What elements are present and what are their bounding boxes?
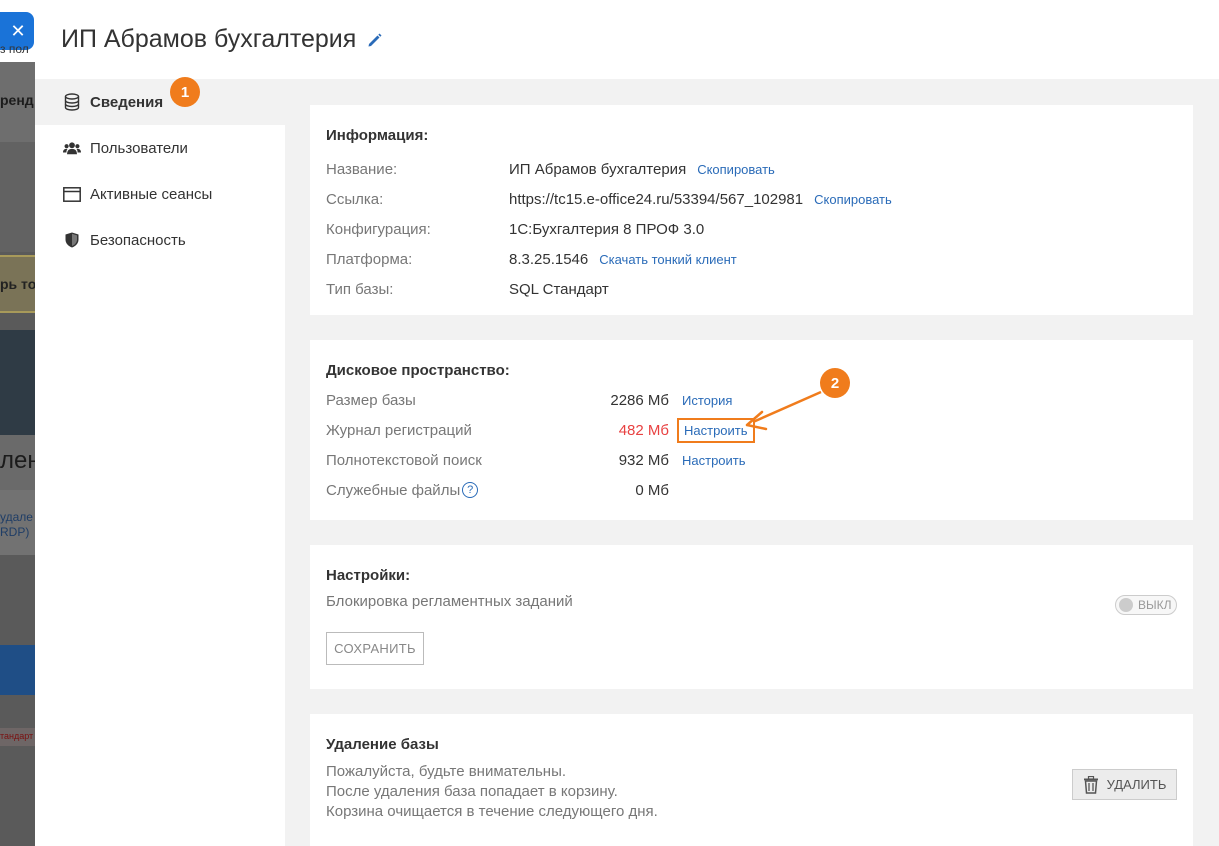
configure-journal-link[interactable]: Настроить	[677, 417, 755, 443]
info-row-url: Ссылка: https://tc15.e-office24.ru/53394…	[326, 184, 1177, 214]
trash-icon	[1083, 775, 1098, 794]
pencil-icon[interactable]	[366, 31, 384, 49]
bg-fragment: лен	[0, 447, 35, 474]
info-label: Название:	[326, 160, 398, 178]
sidebar-item-label: Сведения	[90, 93, 164, 111]
sidebar-item-sessions[interactable]: Активные сеансы	[35, 171, 285, 217]
info-row-name: Название: ИП Абрамов бухгалтерия Скопиро…	[326, 154, 1177, 184]
delete-warning-line: Пожалуйста, будьте внимательны.	[326, 763, 567, 780]
delete-warning-line: Корзина очищается в течение следующего д…	[326, 803, 658, 820]
disk-row-size: Размер базы 2286 Мб История	[326, 385, 1177, 415]
save-button[interactable]: СОХРАНИТЬ	[326, 632, 424, 665]
info-row-platform: Платформа: 8.3.25.1546 Скачать тонкий кл…	[326, 244, 1177, 274]
info-label: Конфигурация:	[326, 220, 431, 238]
disk-value: 0 Мб	[635, 481, 669, 499]
disk-value: 932 Мб	[618, 451, 669, 469]
info-row-type: Тип базы: SQL Стандарт	[326, 274, 1177, 304]
copy-name-link[interactable]: Скопировать	[697, 162, 775, 177]
sidebar-item-label: Активные сеансы	[90, 185, 213, 203]
info-value: 1С:Бухгалтерия 8 ПРОФ 3.0	[509, 220, 705, 238]
bg-fragment: тандарт	[0, 731, 34, 741]
settings-option: Блокировка регламентных заданий	[326, 590, 1177, 612]
annotation-badge-2: 2	[820, 368, 850, 398]
drawer-header: ИП Абрамов бухгалтерия	[35, 0, 1219, 79]
disk-value: 2286 Мб	[610, 391, 669, 409]
toggle-state: ВЫКЛ	[1138, 598, 1172, 612]
settings-option-label: Блокировка регламентных заданий	[326, 592, 573, 610]
delete-title: Удаление базы	[326, 736, 439, 753]
sidebar-item-label: Пользователи	[90, 139, 188, 157]
info-label: Платформа:	[326, 250, 413, 268]
history-link[interactable]: История	[677, 390, 737, 411]
main-content: Информация: Название: ИП Абрамов бухгалт…	[310, 105, 1193, 846]
sidebar-item-info[interactable]: Сведения	[35, 79, 285, 125]
disk-value-warning: 482 Мб	[618, 421, 669, 439]
database-icon	[63, 93, 81, 111]
disk-label: Размер базы	[326, 391, 416, 409]
users-icon	[63, 139, 81, 157]
scheduled-jobs-toggle[interactable]: ВЫКЛ	[1115, 595, 1177, 615]
background-app: ✕ з пол ренд рь то лен удале RDP) тандар…	[0, 0, 35, 846]
disk-row-fulltext: Полнотекстовой поиск 932 Мб Настроить	[326, 445, 1177, 475]
disk-label-text: Служебные файлы	[326, 481, 461, 499]
sidebar-item-security[interactable]: Безопасность	[35, 217, 285, 263]
info-title: Информация:	[326, 127, 429, 144]
bg-fragment: RDP)	[0, 525, 30, 539]
info-value: SQL Стандарт	[509, 280, 609, 298]
download-client-link[interactable]: Скачать тонкий клиент	[599, 252, 736, 267]
shield-icon	[63, 231, 81, 249]
disk-title: Дисковое пространство:	[326, 362, 510, 379]
info-value: https://tc15.e-office24.ru/53394/567_102…	[509, 190, 804, 208]
sidebar: Сведения Пользователи Активные сеансы Бе…	[35, 79, 285, 846]
database-drawer: ИП Абрамов бухгалтерия Сведения Пользова…	[35, 0, 1219, 846]
info-label: Ссылка:	[326, 190, 384, 208]
info-value: ИП Абрамов бухгалтерия	[509, 160, 687, 178]
bg-fragment: удале	[0, 510, 33, 524]
sidebar-item-label: Безопасность	[90, 231, 186, 249]
window-icon	[63, 185, 81, 203]
bg-fragment: ренд	[0, 92, 34, 108]
bg-fragment: рь то	[0, 276, 35, 292]
settings-title: Настройки:	[326, 567, 411, 584]
toggle-knob	[1119, 598, 1133, 612]
sidebar-item-users[interactable]: Пользователи	[35, 125, 285, 171]
bg-fragment: з пол	[0, 42, 29, 56]
annotation-badge-1: 1	[170, 77, 200, 107]
page-title: ИП Абрамов бухгалтерия	[61, 25, 357, 53]
disk-row-service: Служебные файлы ? 0 Мб	[326, 475, 1177, 505]
delete-button[interactable]: УДАЛИТЬ	[1072, 769, 1177, 800]
info-label: Тип базы:	[326, 280, 394, 298]
help-icon[interactable]: ?	[462, 482, 479, 498]
disk-label: Служебные файлы ?	[326, 482, 576, 499]
disk-card: Дисковое пространство: Размер базы 2286 …	[310, 340, 1193, 520]
disk-label: Полнотекстовой поиск	[326, 451, 482, 469]
delete-warning-line: После удаления база попадает в корзину.	[326, 783, 618, 800]
disk-label: Журнал регистраций	[326, 421, 472, 439]
delete-button-label: УДАЛИТЬ	[1106, 777, 1167, 792]
info-value: 8.3.25.1546	[509, 250, 589, 268]
disk-row-journal: Журнал регистраций 482 Мб Настроить	[326, 415, 1177, 445]
settings-card: Настройки: Блокировка регламентных задан…	[310, 545, 1193, 689]
delete-card: Удаление базы Пожалуйста, будьте внимате…	[310, 714, 1193, 846]
copy-url-link[interactable]: Скопировать	[814, 192, 892, 207]
configure-fulltext-link[interactable]: Настроить	[677, 450, 751, 471]
info-card: Информация: Название: ИП Абрамов бухгалт…	[310, 105, 1193, 315]
info-row-config: Конфигурация: 1С:Бухгалтерия 8 ПРОФ 3.0	[326, 214, 1177, 244]
